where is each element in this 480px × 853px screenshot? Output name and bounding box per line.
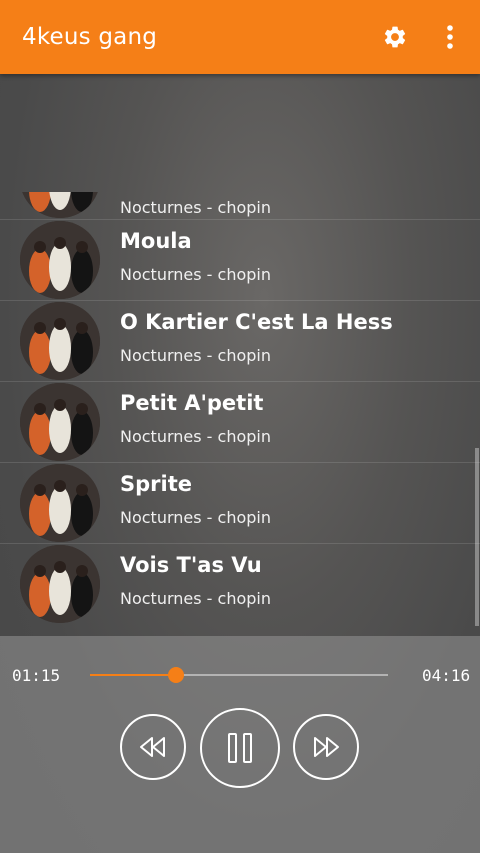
total-time: 04:16 [422,666,471,685]
album-art [20,192,100,218]
song-row[interactable]: Moula Nocturnes - chopin [0,219,480,301]
song-title: Moula [120,229,192,253]
album-art [20,383,100,461]
song-row[interactable]: Sprite Nocturnes - chopin [0,462,480,544]
player-controls: 01:15 04:16 [0,636,480,853]
gear-icon[interactable] [382,24,408,50]
song-subtitle: Nocturnes - chopin [120,508,271,527]
rewind-button[interactable] [120,714,186,780]
seek-thumb[interactable] [168,667,185,683]
song-title: Sprite [120,472,192,496]
song-subtitle: Nocturnes - chopin [120,198,271,217]
song-title: Petit A'petit [120,391,264,415]
fast-forward-icon [314,737,339,757]
song-subtitle: Nocturnes - chopin [120,589,271,608]
seek-progress [90,674,177,676]
app-title: 4keus gang [22,24,158,50]
current-time: 01:15 [12,666,61,685]
album-art [20,302,100,380]
pause-button[interactable] [200,708,280,788]
seek-bar[interactable] [90,667,388,683]
album-art [20,545,100,623]
song-row[interactable]: Nocturnes - chopin [0,192,480,220]
song-row[interactable]: O Kartier C'est La Hess Nocturnes - chop… [0,300,480,382]
song-title: Vois T'as Vu [120,553,262,577]
more-vert-icon[interactable] [438,22,462,52]
song-list[interactable]: Nocturnes - chopin Moula Nocturnes - cho… [0,192,480,636]
album-art [20,464,100,542]
list-scrollbar[interactable] [475,448,479,626]
song-title: O Kartier C'est La Hess [120,310,393,334]
song-subtitle: Nocturnes - chopin [120,427,271,446]
song-subtitle: Nocturnes - chopin [120,346,271,365]
rewind-icon [140,737,165,757]
song-subtitle: Nocturnes - chopin [120,265,271,284]
music-player-screen: 4keus gang Nocturnes - chopin Moula Noct… [0,0,480,853]
song-row[interactable]: Petit A'petit Nocturnes - chopin [0,381,480,463]
app-bar: 4keus gang [0,0,480,74]
fast-forward-button[interactable] [293,714,359,780]
song-row[interactable]: Vois T'as Vu Nocturnes - chopin [0,543,480,624]
pause-icon [228,733,252,763]
album-art [20,221,100,299]
